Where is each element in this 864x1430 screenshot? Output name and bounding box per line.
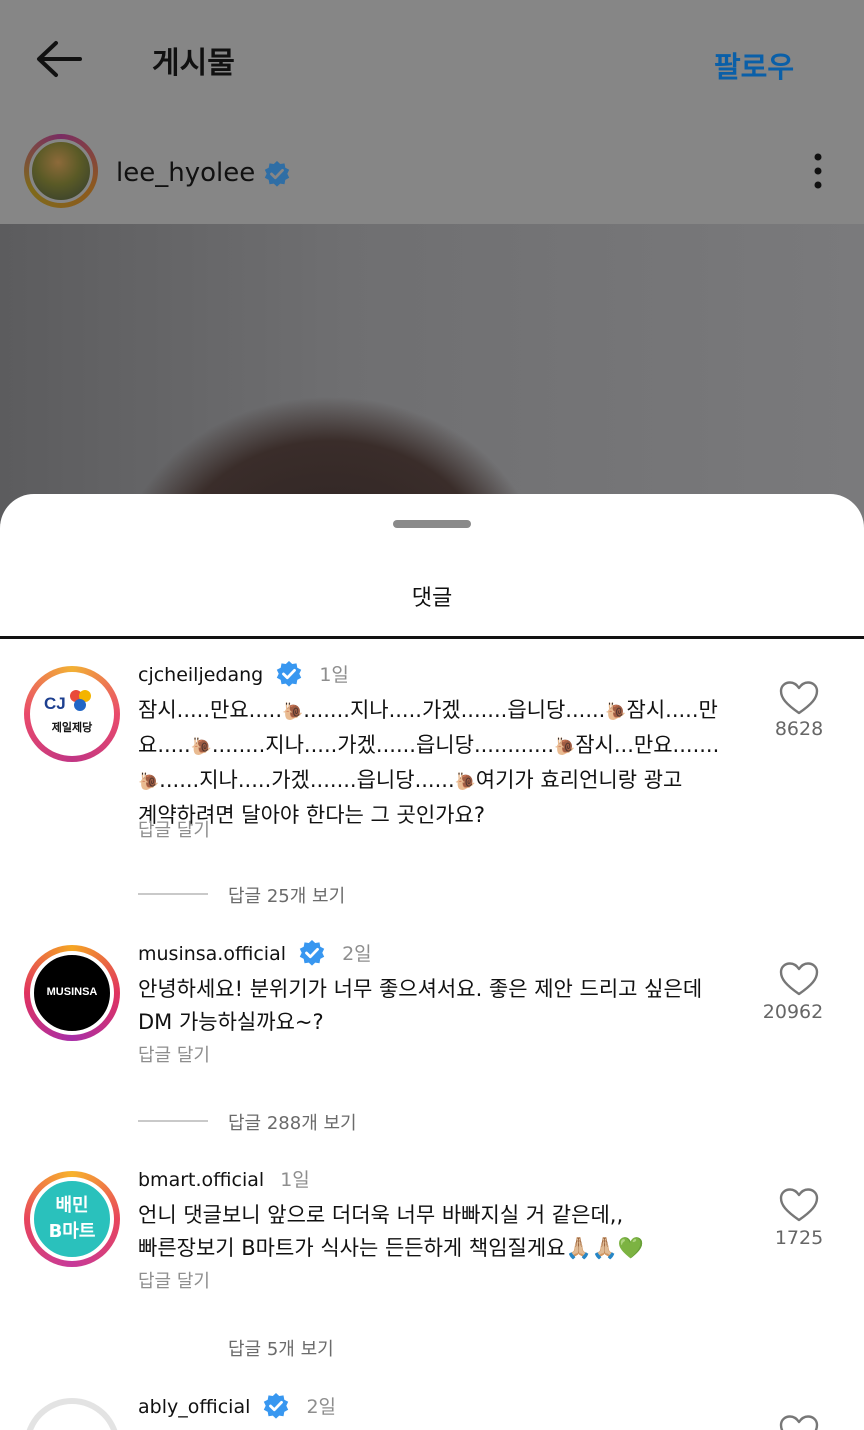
reply-button[interactable]: 답글 달기: [138, 816, 210, 842]
snail-emoji: 🐌: [282, 702, 304, 722]
view-replies-text: 답글 288개 보기: [228, 1113, 357, 1134]
heart-icon[interactable]: [778, 961, 820, 997]
replies-line: [138, 893, 208, 895]
avatar-logo-subtext: B마트: [48, 1221, 96, 1242]
author-username-text: lee_hyolee: [116, 158, 256, 188]
comment-time: 2일: [342, 943, 372, 965]
heart-icon[interactable]: [778, 680, 820, 716]
comment-username[interactable]: cjcheiljedang: [138, 664, 263, 686]
replies-line: [138, 1120, 208, 1122]
view-replies-text: 답글 25개 보기: [228, 886, 346, 907]
snail-emoji: 🐌: [454, 772, 476, 792]
comment-username[interactable]: ably_official: [138, 1396, 250, 1418]
comment-time: 1일: [280, 1169, 310, 1191]
avatar-logo-text: 배민: [55, 1195, 89, 1216]
view-replies-button[interactable]: 답글 5개 보기: [138, 1335, 398, 1360]
comment-avatar[interactable]: [24, 1398, 120, 1430]
heart-icon[interactable]: [778, 1414, 820, 1430]
comment-avatar[interactable]: MUSINSA: [24, 945, 120, 1041]
follow-button[interactable]: 팔로우: [714, 44, 794, 86]
comment-avatar[interactable]: CJ 제일제당: [24, 666, 120, 762]
author-avatar[interactable]: [24, 134, 98, 208]
view-replies-button[interactable]: 답글 288개 보기: [138, 1109, 398, 1134]
comment-text: 안녕하세요! 분위기가 너무 좋으셔서요. 좋은 제안 드리고 싶은데 DM 가…: [138, 973, 748, 1039]
heart-icon[interactable]: [778, 1187, 820, 1223]
avatar-logo-text: MUSINSA: [46, 986, 98, 998]
back-arrow-icon[interactable]: [34, 38, 84, 80]
comment-line: 잠시.....만요.....🐌.......지나.....가겠.......읍니…: [138, 698, 718, 722]
verified-badge-icon: [277, 660, 302, 687]
avatar-logo-text: CJ: [44, 694, 66, 713]
comment-time: 1일: [319, 664, 349, 686]
like-count: 20962: [762, 1001, 824, 1023]
verified-badge-icon: [264, 1392, 289, 1419]
comment-line: 요.....🐌........지나.....가겠......읍니당.......…: [138, 733, 720, 757]
snail-emoji: 🐌: [190, 737, 212, 757]
divider: [0, 636, 864, 639]
like-count: 8628: [774, 718, 824, 740]
comment-line: 언니 댓글보니 앞으로 더더욱 너무 바빠지실 거 같은데,,: [138, 1203, 624, 1227]
more-vertical-icon[interactable]: [812, 152, 824, 190]
comment-line: 빠른장보기 B마트가 식사는 든든하게 책임질게요🙏🏼🙏🏼💚: [138, 1236, 644, 1260]
comment-line: 안녕하세요! 분위기가 너무 좋으셔서요. 좋은 제안 드리고 싶은데: [138, 977, 703, 1001]
comment-username[interactable]: bmart.official: [138, 1169, 264, 1191]
comment-line: 🐌......지나.....가겠.......읍니당......🐌여기가 효리언…: [138, 768, 683, 792]
comment-time: 2일: [306, 1396, 337, 1418]
comments-sheet: 댓글 CJ 제일제당 cjcheiljedang 1일 잠시.....만요...…: [0, 494, 864, 1430]
page-title: 게시물: [152, 46, 235, 81]
snail-emoji: 🐌: [138, 772, 160, 792]
view-replies-text: 답글 5개 보기: [228, 1339, 334, 1360]
comment-line: 계약하려면 달아야 한다는 그 곳인가요?: [138, 803, 485, 827]
avatar-logo-subtext: 제일제당: [51, 721, 93, 734]
snail-emoji: 🐌: [554, 737, 576, 757]
comment-text: 언니 댓글보니 앞으로 더더욱 너무 바빠지실 거 같은데,, 빠른장보기 B마…: [138, 1199, 748, 1265]
reply-button[interactable]: 답글 달기: [138, 1267, 210, 1293]
comment-text: 잠시.....만요.....🐌.......지나.....가겠.......읍니…: [138, 694, 748, 832]
sheet-title: 댓글: [411, 586, 453, 611]
sheet-drag-handle[interactable]: [393, 520, 471, 528]
like-count: 1725: [774, 1227, 824, 1249]
verified-badge-icon: [265, 160, 290, 187]
comment-avatar[interactable]: 배민 B마트: [24, 1171, 120, 1267]
snail-emoji: 🐌: [605, 702, 627, 722]
reply-button[interactable]: 답글 달기: [138, 1041, 210, 1067]
verified-badge-icon: [299, 939, 325, 966]
author-username[interactable]: lee_hyolee: [116, 158, 291, 188]
comment-line: DM 가능하실까요~?: [138, 1010, 324, 1034]
comment-username[interactable]: musinsa.official: [138, 943, 286, 965]
view-replies-button[interactable]: 답글 25개 보기: [138, 882, 398, 907]
post-image: [0, 224, 864, 524]
